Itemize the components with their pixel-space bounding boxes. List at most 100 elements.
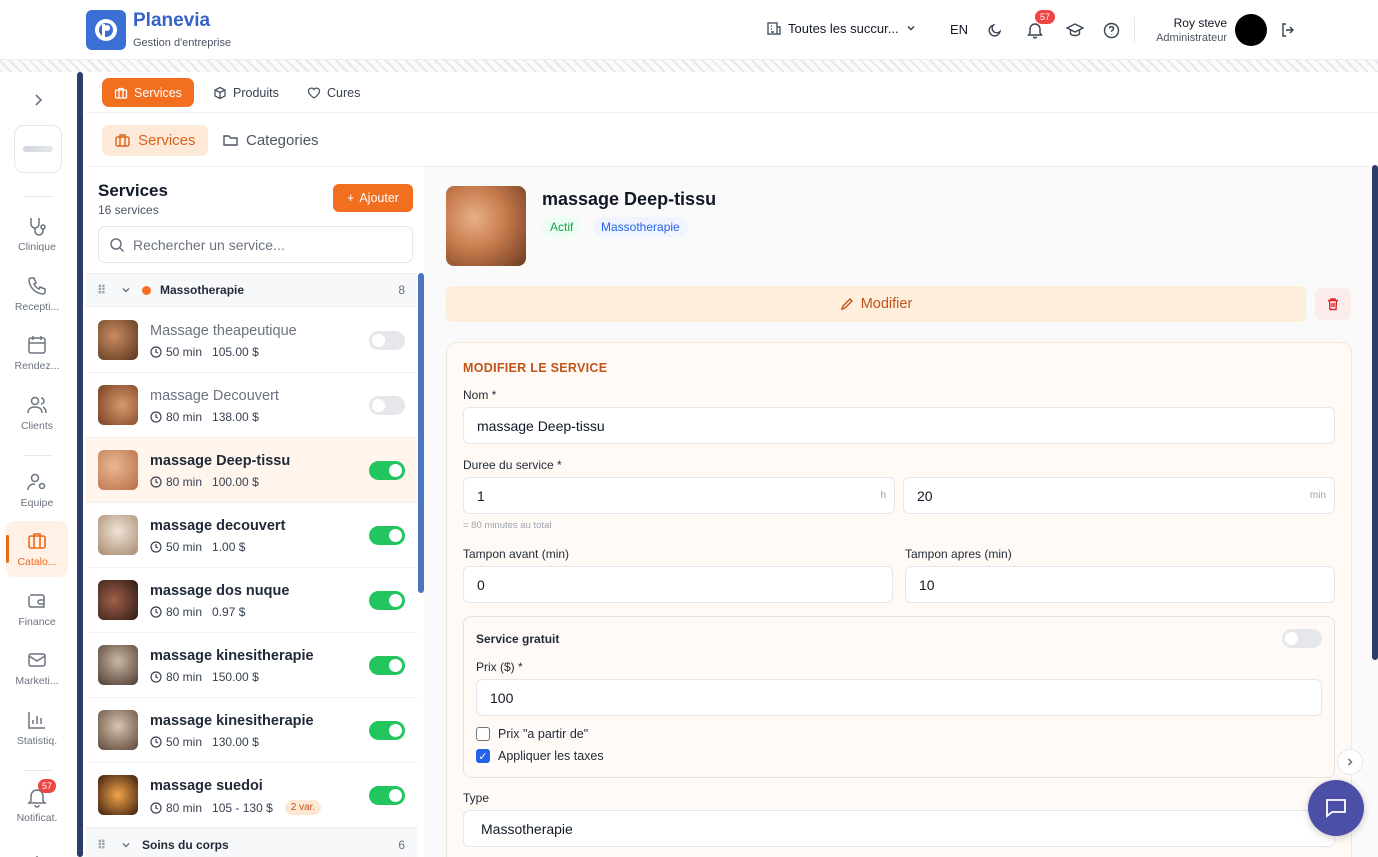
service-price: 105.00 $ xyxy=(212,345,259,359)
buffer-after-label: Tampon apres (min) xyxy=(905,547,1012,561)
service-row[interactable]: massage Decouvert 80 min 138.00 $ xyxy=(86,373,417,438)
name-label: Nom * xyxy=(463,388,497,402)
rail-item-finance[interactable]: Finance xyxy=(6,581,68,637)
apply-taxes-checkbox[interactable]: ✓ Appliquer les taxes xyxy=(476,749,604,763)
checkbox-checked[interactable]: ✓ xyxy=(476,749,490,763)
rail-label: Catalo... xyxy=(17,556,57,568)
type-select[interactable]: Massotherapie xyxy=(463,810,1335,847)
rail-item-rendez-vous[interactable]: Rendez... xyxy=(6,325,68,381)
duration-hours-input[interactable]: 1 h xyxy=(463,477,895,514)
expand-rail-button[interactable] xyxy=(28,90,48,110)
modify-button[interactable]: Modifier xyxy=(446,286,1306,322)
tab-label: Produits xyxy=(233,85,279,100)
service-active-toggle[interactable] xyxy=(369,786,405,805)
price-input[interactable]: 100 xyxy=(476,679,1322,716)
service-row[interactable]: massage kinesitherapie 50 min 130.00 $ xyxy=(86,698,417,763)
category-count: 6 xyxy=(398,838,405,852)
rail-item-reception[interactable]: Recepti... xyxy=(6,266,68,322)
service-meta: 80 min 0.97 $ xyxy=(150,605,245,619)
service-row[interactable]: massage suedoi 80 min 105 - 130 $ 2 var. xyxy=(86,763,417,828)
message-square-icon xyxy=(1326,799,1346,818)
chevron-down-icon[interactable] xyxy=(120,839,132,851)
duration-minutes-input[interactable]: 20 min xyxy=(903,477,1335,514)
service-duration: 50 min xyxy=(166,540,203,554)
from-price-checkbox[interactable]: Prix "a partir de" xyxy=(476,727,588,741)
branch-selector[interactable]: Toutes les succur... xyxy=(766,20,917,36)
rail-item-equipe[interactable]: Equipe xyxy=(6,462,68,518)
category-row[interactable]: ⠿ Massotherapie 8 xyxy=(86,273,417,307)
buffer-after-value: 10 xyxy=(919,576,935,593)
service-name: massage Deep-tissu xyxy=(150,453,291,469)
buffer-before-input[interactable]: 0 xyxy=(463,566,893,603)
rail-item-statistiques[interactable]: Statistiq. xyxy=(6,700,68,756)
business-logo[interactable] xyxy=(14,125,62,173)
scroll-next-button[interactable] xyxy=(1337,749,1363,775)
price-value: 100 xyxy=(490,689,514,706)
service-active-toggle[interactable] xyxy=(369,526,405,545)
detail-scrollbar[interactable] xyxy=(1372,165,1378,660)
taxes-label: Appliquer les taxes xyxy=(498,749,604,763)
briefcase-icon xyxy=(115,134,130,147)
rail-item-notifications[interactable]: Notificat. 57 xyxy=(6,777,68,833)
chat-button[interactable] xyxy=(1308,780,1364,836)
theme-toggle[interactable] xyxy=(985,20,1005,40)
rail-item-catalogue[interactable]: Catalo... xyxy=(6,521,68,577)
subtab-categories[interactable]: Categories xyxy=(210,125,331,156)
service-thumbnail xyxy=(98,320,138,360)
chevron-down-icon xyxy=(907,25,915,31)
checkbox-unchecked[interactable] xyxy=(476,727,490,741)
tab-services[interactable]: Services xyxy=(102,78,194,107)
category-row[interactable]: ⠿ Soins du corps 6 xyxy=(86,828,417,857)
folder-open-icon xyxy=(223,135,238,146)
service-active-toggle[interactable] xyxy=(369,721,405,740)
service-price: 138.00 $ xyxy=(212,410,259,424)
service-meta: 80 min 105 - 130 $ 2 var. xyxy=(150,800,322,815)
clock-icon xyxy=(150,346,162,358)
services-list-panel: Services 16 services + Ajouter Recherche… xyxy=(86,167,426,857)
minutes-value: 20 xyxy=(917,487,933,504)
logout-button[interactable] xyxy=(1278,20,1298,40)
help-button[interactable] xyxy=(1101,20,1121,40)
planevia-logo[interactable] xyxy=(86,10,126,50)
rail-item-clients[interactable]: Clients xyxy=(6,385,68,441)
user-avatar[interactable] xyxy=(1235,14,1267,46)
rail-label: Equipe xyxy=(20,497,54,509)
training-button[interactable] xyxy=(1065,20,1085,40)
service-active-toggle[interactable] xyxy=(369,656,405,675)
service-active-toggle[interactable] xyxy=(369,396,405,415)
service-row[interactable]: massage Deep-tissu 80 min 100.00 $ xyxy=(86,438,417,503)
chevron-down-icon[interactable] xyxy=(120,284,132,296)
service-row[interactable]: massage dos nuque 80 min 0.97 $ xyxy=(86,568,417,633)
service-row[interactable]: massage decouvert 50 min 1.00 $ xyxy=(86,503,417,568)
tab-cures[interactable]: Cures xyxy=(295,78,372,107)
tab-produits[interactable]: Produits xyxy=(201,78,291,107)
delete-button[interactable] xyxy=(1315,288,1351,320)
buffer-after-input[interactable]: 10 xyxy=(905,566,1335,603)
add-label: Ajouter xyxy=(359,191,399,205)
rail-item-settings[interactable] xyxy=(6,837,68,857)
service-row[interactable]: massage kinesitherapie 80 min 150.00 $ xyxy=(86,633,417,698)
rail-item-clinique[interactable]: Clinique xyxy=(6,206,68,262)
service-row[interactable]: Massage theapeutique 50 min 105.00 $ xyxy=(86,308,417,373)
service-price: 1.00 $ xyxy=(212,540,246,554)
add-service-button[interactable]: + Ajouter xyxy=(333,184,413,212)
service-name: massage kinesitherapie xyxy=(150,713,314,729)
name-input[interactable]: massage Deep-tissu xyxy=(463,407,1335,444)
left-rail: Clinique Recepti... Rendez... Clients Eq… xyxy=(0,72,76,857)
service-thumbnail xyxy=(98,515,138,555)
duration-hint: = 80 minutes au total xyxy=(463,520,552,531)
service-search-input[interactable]: Rechercher un service... xyxy=(98,226,413,263)
drag-handle-icon[interactable]: ⠿ xyxy=(97,838,106,852)
language-toggle[interactable]: EN xyxy=(950,22,968,37)
free-service-toggle[interactable] xyxy=(1282,629,1322,648)
service-active-toggle[interactable] xyxy=(369,461,405,480)
service-active-toggle[interactable] xyxy=(369,331,405,350)
service-active-toggle[interactable] xyxy=(369,591,405,610)
drag-handle-icon[interactable]: ⠿ xyxy=(97,283,106,297)
subtab-services[interactable]: Services xyxy=(102,125,208,156)
list-scrollbar[interactable] xyxy=(418,273,424,593)
chevron-right-icon xyxy=(1347,758,1353,766)
chevron-right-icon xyxy=(35,94,43,106)
rail-item-marketing[interactable]: Marketi... xyxy=(6,640,68,696)
rail-notification-badge: 57 xyxy=(38,779,57,793)
